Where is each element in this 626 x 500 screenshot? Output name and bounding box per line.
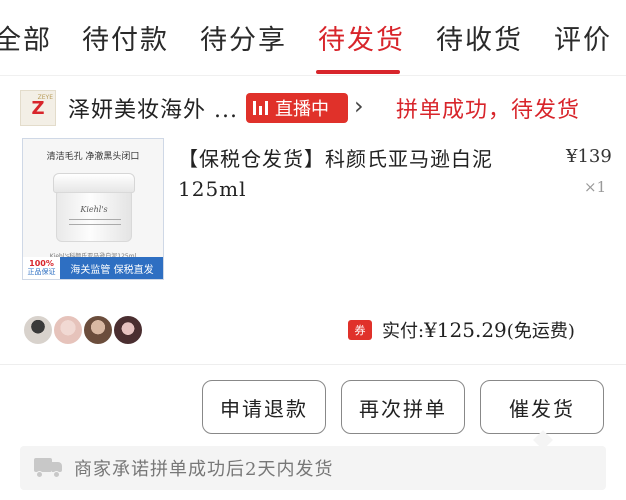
order-status-text: 拼单成功，待发货 xyxy=(396,98,581,123)
shipping-promise-text: 商家承诺拼单成功后2天内发货 xyxy=(74,459,334,480)
truck-icon xyxy=(34,458,64,478)
urge-shipment-button[interactable]: 催发货 xyxy=(480,380,604,434)
active-tab-indicator xyxy=(316,70,400,74)
shop-logo-small-text: ZEYE xyxy=(37,94,53,101)
regroup-button[interactable]: 再次拼单 xyxy=(341,380,465,434)
payment-amount: ¥125.29 xyxy=(424,318,507,342)
live-bars-icon xyxy=(253,101,268,115)
shipping-promise-notice: 商家承诺拼单成功后2天内发货 xyxy=(20,446,606,490)
shipping-note: (免运费) xyxy=(506,321,575,342)
tab-review[interactable]: 评价 xyxy=(554,18,612,57)
product-image-footer: 100% 正品保证 海关监管 保税直发 xyxy=(23,257,163,279)
chevron-right-icon[interactable]: › xyxy=(354,92,364,120)
tab-pending-shipment[interactable]: 待发货 xyxy=(318,18,405,57)
avatar[interactable] xyxy=(82,314,114,346)
payment-label: 实付: xyxy=(382,321,425,342)
shop-row: Z ZEYE 泽妍美妆海外 ... 直播中 › 拼单成功，待发货 xyxy=(0,84,626,130)
guarantee-badge: 100% 正品保证 xyxy=(23,257,61,279)
tab-pending-payment[interactable]: 待付款 xyxy=(82,18,169,57)
guarantee-percent: 100% xyxy=(29,259,54,268)
payment-row: 券 实付: ¥125.29 (免运费) xyxy=(348,316,575,344)
tab-pending-share[interactable]: 待分享 xyxy=(200,18,287,57)
jar-illustration: Kiehl's xyxy=(53,173,135,243)
coupon-badge: 券 xyxy=(348,320,372,340)
live-badge-label: 直播中 xyxy=(275,99,329,120)
request-refund-button[interactable]: 申请退款 xyxy=(202,380,326,434)
product-quantity: ×1 xyxy=(584,178,607,196)
shop-name[interactable]: 泽妍美妆海外 ... xyxy=(68,92,238,124)
order-status-tabs: 全部 待付款 待分享 待发货 待收货 评价 xyxy=(0,0,626,76)
product-price: ¥139 xyxy=(566,146,612,167)
tab-all[interactable]: 全部 xyxy=(0,18,52,57)
product-image[interactable]: 清洁毛孔 净澈黑头闭口 Kiehl's Kiehl's科颜氏亚马逊白泥125ml… xyxy=(22,138,164,280)
guarantee-label: 正品保证 xyxy=(27,268,56,276)
jar-brand-text: Kiehl's xyxy=(80,205,108,214)
avatar[interactable] xyxy=(22,314,54,346)
section-divider xyxy=(0,364,626,365)
tab-pending-receipt[interactable]: 待收货 xyxy=(436,18,523,57)
customs-text: 海关监管 保税直发 xyxy=(70,264,154,276)
avatar[interactable] xyxy=(112,314,144,346)
product-image-top-text: 清洁毛孔 净澈黑头闭口 xyxy=(46,152,140,162)
shop-logo[interactable]: Z ZEYE xyxy=(20,90,56,126)
live-badge[interactable]: 直播中 xyxy=(246,93,348,123)
product-title[interactable]: 【保税仓发货】科颜氏亚马逊白泥125ml xyxy=(178,144,558,204)
avatar[interactable] xyxy=(52,314,84,346)
